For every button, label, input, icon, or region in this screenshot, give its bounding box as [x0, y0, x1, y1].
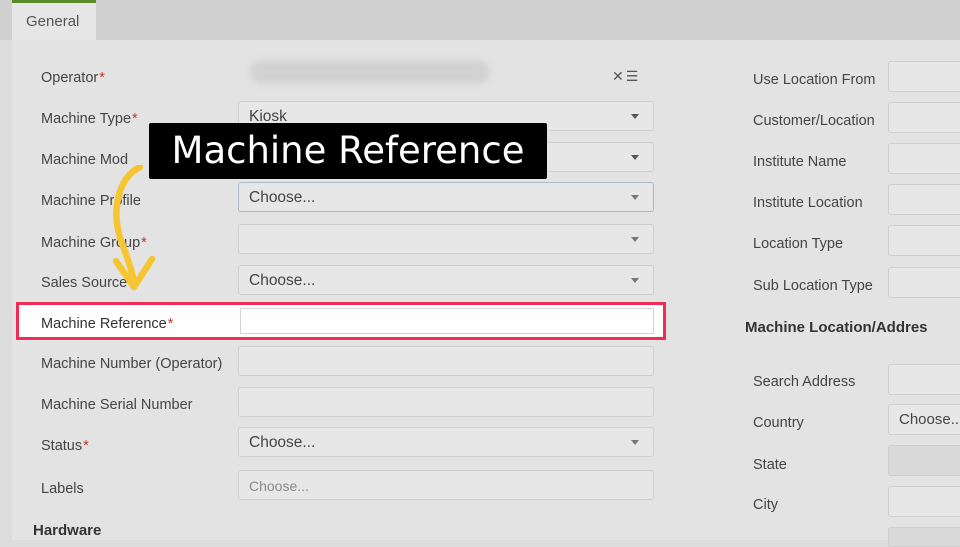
machine-group-select[interactable]	[238, 224, 654, 254]
machine-reference-label-text: Machine Reference	[41, 316, 167, 332]
city-label: City	[753, 497, 778, 513]
institute-location-label: Institute Location	[753, 195, 863, 211]
hardware-heading: Hardware	[33, 522, 102, 539]
labels-placeholder: Choose...	[249, 478, 309, 494]
operator-actions: ✕☰	[612, 68, 640, 85]
chevron-down-icon	[631, 155, 639, 160]
institute-name-field[interactable]	[888, 143, 960, 174]
machine-number-label: Machine Number (Operator)	[41, 356, 223, 372]
next-field[interactable]	[888, 527, 960, 547]
status-select[interactable]: Choose...	[238, 427, 654, 457]
location-type-label: Location Type	[753, 236, 844, 252]
use-location-from-label: Use Location From	[753, 72, 876, 88]
sub-location-type-label: Sub Location Type	[753, 278, 873, 294]
arrow-icon	[112, 165, 156, 291]
machine-reference-highlight: Machine Reference*	[16, 302, 666, 340]
machine-number-input[interactable]	[238, 346, 654, 376]
chevron-down-icon	[631, 195, 639, 200]
location-type-field[interactable]	[888, 225, 960, 256]
required-marker: *	[132, 111, 138, 127]
machine-type-label: Machine Type*	[41, 111, 138, 127]
required-marker: *	[167, 316, 174, 332]
city-field[interactable]	[888, 486, 960, 517]
use-location-from-field[interactable]	[888, 61, 960, 92]
sales-source-select[interactable]: Choose...	[238, 265, 654, 295]
operator-label: Operator*	[41, 70, 105, 86]
chevron-down-icon	[631, 278, 639, 283]
machine-type-label-text: Machine Type	[41, 111, 132, 127]
country-select[interactable]: Choose..	[888, 404, 960, 435]
labels-input[interactable]: Choose...	[238, 470, 654, 500]
list-icon[interactable]: ☰	[626, 68, 641, 84]
tab-general[interactable]: General	[12, 0, 96, 40]
chevron-down-icon	[631, 114, 639, 119]
sales-source-value: Choose...	[249, 272, 316, 289]
machine-reference-input[interactable]	[240, 308, 654, 334]
sub-location-type-field[interactable]	[888, 267, 960, 298]
chevron-down-icon	[631, 440, 639, 445]
status-label: Status*	[41, 438, 89, 454]
operator-label-text: Operator	[41, 70, 99, 86]
clear-icon[interactable]: ✕	[612, 68, 626, 84]
country-label: Country	[753, 415, 804, 431]
institute-name-label: Institute Name	[753, 154, 847, 170]
chevron-down-icon	[631, 237, 639, 242]
country-value: Choose..	[899, 411, 960, 428]
status-label-text: Status	[41, 438, 83, 454]
customer-location-field[interactable]	[888, 102, 960, 133]
required-marker: *	[99, 70, 105, 86]
callout-label: Machine Reference	[149, 123, 547, 179]
status-value: Choose...	[249, 434, 316, 451]
state-select[interactable]	[888, 445, 960, 476]
machine-reference-label: Machine Reference*	[41, 316, 173, 332]
customer-location-label: Customer/Location	[753, 113, 875, 129]
search-address-label: Search Address	[753, 374, 856, 390]
machine-serial-input[interactable]	[238, 387, 654, 417]
tab-bar	[0, 0, 960, 40]
operator-value-redacted	[250, 60, 490, 84]
state-label: State	[753, 457, 787, 473]
machine-profile-select[interactable]: Choose...	[238, 182, 654, 212]
labels-label: Labels	[41, 481, 84, 497]
search-address-field[interactable]	[888, 364, 960, 395]
machine-location-heading: Machine Location/Addres	[745, 319, 928, 336]
machine-serial-label: Machine Serial Number	[41, 397, 193, 413]
institute-location-field[interactable]	[888, 184, 960, 215]
required-marker: *	[83, 438, 89, 454]
machine-profile-value: Choose...	[249, 189, 316, 206]
